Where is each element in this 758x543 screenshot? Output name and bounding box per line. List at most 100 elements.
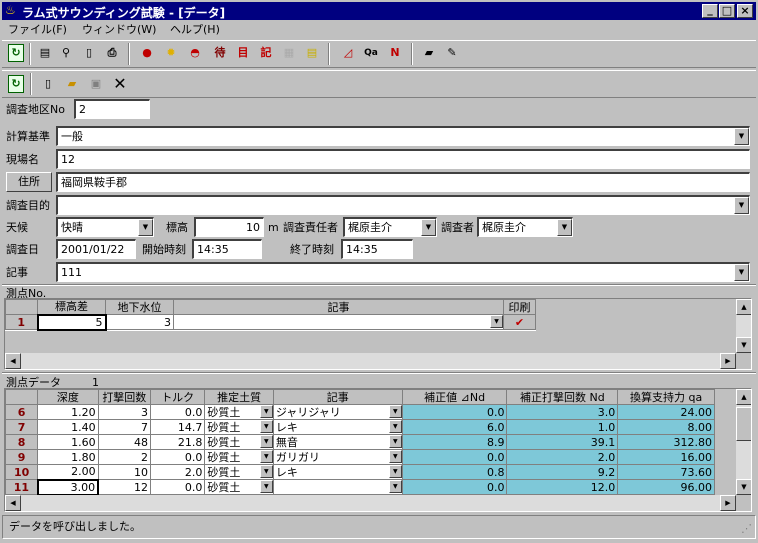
menu-window[interactable]: ウィンドウ(W) <box>82 23 156 37</box>
dome-icon[interactable]: ◓ <box>185 44 205 64</box>
measure-scroll-thumb[interactable] <box>736 407 751 441</box>
qa-icon[interactable]: Qa <box>361 44 381 64</box>
points-scroll-down-icon[interactable]: ▼ <box>736 337 751 353</box>
note-dropdown-icon[interactable]: ▼ <box>388 420 402 433</box>
depth-cell[interactable]: 3.00 <box>36 478 100 496</box>
site-name-field[interactable]: 12 <box>56 149 750 169</box>
note-cell[interactable]: ▼ <box>272 479 403 495</box>
torque-cell[interactable]: 2.0 <box>149 464 206 480</box>
points-hscroll[interactable]: ◀ ▶ <box>5 353 736 369</box>
point-note-cell[interactable]: ▼ <box>173 314 504 330</box>
note-cell[interactable]: ジャリジャリ ▼ <box>272 404 403 420</box>
torque-cell[interactable]: 0.0 <box>149 479 206 495</box>
memo-icon[interactable]: ▤ <box>302 44 322 64</box>
purpose-dropdown-icon[interactable]: ▼ <box>734 197 749 214</box>
depth-cell[interactable]: 2.00 <box>37 464 99 480</box>
blows-cell[interactable]: 12 <box>97 479 152 495</box>
list-icon[interactable]: ▤ <box>35 44 55 64</box>
soil-cell[interactable]: 砂質土 ▼ <box>204 434 274 450</box>
soil-cell[interactable]: 砂質土 ▼ <box>204 449 274 465</box>
measure-scroll-right-icon[interactable]: ▶ <box>720 495 736 511</box>
address-field[interactable]: 福岡県鞍手郡 <box>56 172 750 192</box>
purpose-select[interactable] <box>56 195 750 215</box>
soil-cell[interactable]: 砂質土 ▼ <box>204 404 274 420</box>
note-cell[interactable]: 無音 ▼ <box>272 434 403 450</box>
point-groundwater[interactable]: 3 <box>105 314 174 330</box>
weather-dropdown-icon[interactable]: ▼ <box>138 219 153 236</box>
table-row[interactable]: 9 1.80 2 0.0 砂質土 ▼ ガリガリ ▼ 0.0 2.0 16.00 <box>5 449 715 465</box>
table-row[interactable]: 8 1.60 48 21.8 砂質土 ▼ 無音 ▼ 8.9 39.1 312.80 <box>5 434 715 450</box>
table-row[interactable]: 11 3.00 12 0.0 砂質土 ▼ ▼ 0.0 12.0 96.00 <box>5 478 715 496</box>
note-dropdown-icon[interactable]: ▼ <box>388 465 402 478</box>
note-dropdown-icon[interactable]: ▼ <box>734 264 749 281</box>
record-icon[interactable]: 記 <box>256 44 276 64</box>
start-time-field[interactable]: 14:35 <box>192 239 262 259</box>
blows-cell[interactable]: 2 <box>97 449 152 465</box>
depth-cell[interactable]: 1.40 <box>37 419 99 435</box>
point-elev-diff[interactable]: 5 <box>36 313 107 331</box>
print-check-icon[interactable]: ✔ <box>515 316 524 329</box>
points-scroll-left-icon[interactable]: ◀ <box>5 353 21 369</box>
points-scroll-up-icon[interactable]: ▲ <box>736 299 751 315</box>
red-apple-icon[interactable]: ● <box>137 44 157 64</box>
measure-scroll-left-icon[interactable]: ◀ <box>5 495 21 511</box>
maximize-button[interactable]: □ <box>719 4 735 18</box>
blows-cell[interactable]: 10 <box>97 464 152 480</box>
eye-icon[interactable]: 目 <box>233 44 253 64</box>
depth-cell[interactable]: 1.20 <box>37 404 99 420</box>
standard-dropdown-icon[interactable]: ▼ <box>734 128 749 145</box>
save-icon[interactable]: ▣ <box>86 75 106 95</box>
note-dropdown-icon[interactable]: ▼ <box>388 450 402 463</box>
torque-cell[interactable]: 14.7 <box>149 419 206 435</box>
sun-icon[interactable]: ✹ <box>161 44 181 64</box>
standard-select[interactable]: 一般 <box>56 126 750 146</box>
measure-vscroll[interactable]: ▲ ▼ <box>736 389 751 495</box>
note-dropdown-icon[interactable]: ▼ <box>388 435 402 448</box>
area-number-field[interactable]: 2 <box>74 99 150 119</box>
binoculars-icon[interactable]: ⚲ <box>56 44 76 64</box>
notebook-icon[interactable]: ▰ <box>419 44 439 64</box>
note-select[interactable]: 111 <box>56 262 750 282</box>
n-chart-icon[interactable]: N <box>385 44 405 64</box>
soil-dropdown-icon[interactable]: ▼ <box>259 450 273 463</box>
torque-cell[interactable]: 0.0 <box>149 404 206 420</box>
point-note-dropdown-icon[interactable]: ▼ <box>490 315 503 328</box>
soil-dropdown-icon[interactable]: ▼ <box>259 435 273 448</box>
points-row[interactable]: 1 5 3 ▼ ✔ <box>5 313 536 331</box>
soil-dropdown-icon[interactable]: ▼ <box>259 465 273 478</box>
note-dropdown-icon[interactable]: ▼ <box>388 405 402 418</box>
elevation-field[interactable]: 10 <box>194 217 264 237</box>
note-cell[interactable]: レキ ▼ <box>272 464 403 480</box>
resize-grip-icon[interactable]: ⋰ <box>741 522 752 536</box>
torque-cell[interactable]: 0.0 <box>149 449 206 465</box>
points-scroll-right-icon[interactable]: ▶ <box>720 353 736 369</box>
pen-icon[interactable]: ✎ <box>442 44 462 64</box>
grid-icon[interactable]: ▦ <box>279 44 299 64</box>
refresh-icon[interactable]: ↻ <box>8 75 24 93</box>
soil-cell[interactable]: 砂質土 ▼ <box>204 419 274 435</box>
soil-dropdown-icon[interactable]: ▼ <box>259 405 273 418</box>
address-button[interactable]: 住所 <box>6 172 52 192</box>
menu-file[interactable]: ファイル(F) <box>8 23 67 37</box>
new-icon[interactable]: ▯ <box>38 75 58 95</box>
open-icon[interactable]: ↻ <box>8 44 24 62</box>
point-print-cell[interactable]: ✔ <box>503 314 536 330</box>
close-button[interactable]: × <box>737 4 753 18</box>
soil-dropdown-icon[interactable]: ▼ <box>259 420 273 433</box>
note-dropdown-icon[interactable]: ▼ <box>388 480 402 493</box>
manager-dropdown-icon[interactable]: ▼ <box>421 219 436 236</box>
blows-cell[interactable]: 3 <box>97 404 152 420</box>
blows-cell[interactable]: 7 <box>97 419 152 435</box>
chart-icon[interactable]: ◿ <box>338 44 358 64</box>
measure-scroll-up-icon[interactable]: ▲ <box>736 389 751 405</box>
soil-dropdown-icon[interactable]: ▼ <box>259 480 273 493</box>
table-row[interactable]: 7 1.40 7 14.7 砂質土 ▼ レキ ▼ 6.0 1.0 8.00 <box>5 419 715 435</box>
points-vscroll[interactable]: ▲ ▼ <box>736 299 751 353</box>
wait-icon[interactable]: 待 <box>210 44 230 64</box>
minimize-button[interactable]: _ <box>702 4 718 18</box>
menu-help[interactable]: ヘルプ(H) <box>170 23 220 37</box>
date-field[interactable]: 2001/01/22 <box>56 239 136 259</box>
depth-cell[interactable]: 1.60 <box>37 434 99 450</box>
torque-cell[interactable]: 21.8 <box>149 434 206 450</box>
app-icon[interactable]: ♨ <box>5 3 16 17</box>
